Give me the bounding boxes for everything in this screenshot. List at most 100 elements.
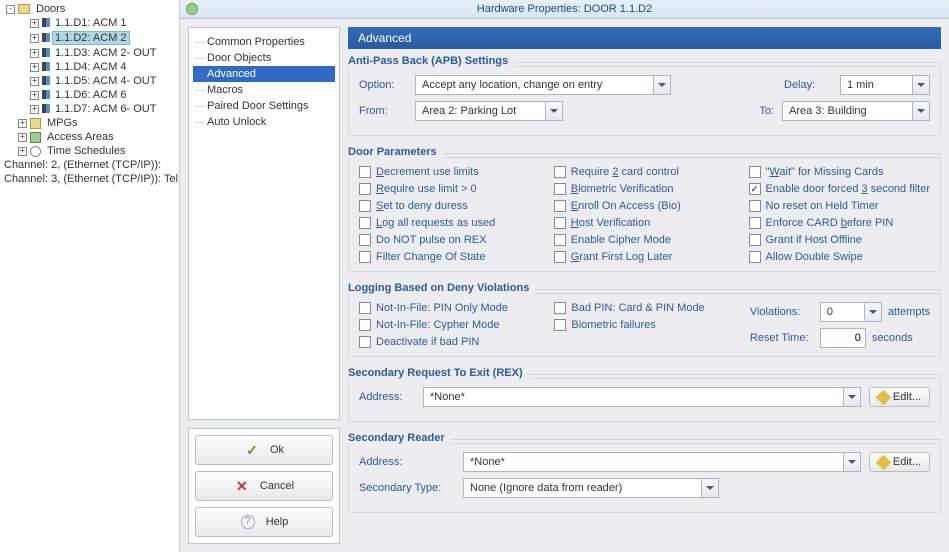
checkbox[interactable]: Not-In-File: PIN Only Mode bbox=[359, 302, 536, 314]
apb-from-combo[interactable]: Area 2: Parking Lot bbox=[415, 101, 563, 121]
params-group: Door Parameters Decrement use limitsRequ… bbox=[348, 146, 941, 272]
checkbox-box bbox=[554, 183, 566, 195]
tree-door-item[interactable]: +1.1.D2: ACM 2 bbox=[0, 30, 179, 46]
checkbox[interactable]: Bad PIN: Card & PIN Mode bbox=[554, 302, 731, 314]
checkbox[interactable]: Enable door forced 3 second filter bbox=[749, 183, 931, 195]
checkbox-box bbox=[749, 234, 761, 246]
reset-time-label: Reset Time: bbox=[750, 332, 814, 344]
checkbox[interactable]: Set to deny duress bbox=[359, 200, 536, 212]
checkbox[interactable]: Require use limit > 0 bbox=[359, 183, 536, 195]
nav-item[interactable]: Auto Unlock bbox=[193, 114, 335, 130]
expand-icon[interactable]: + bbox=[30, 91, 39, 100]
checkbox-box bbox=[359, 251, 371, 263]
checkbox[interactable]: No reset on Held Timer bbox=[749, 200, 931, 212]
nav-item[interactable]: Advanced bbox=[193, 66, 335, 82]
checkbox[interactable]: Grant First Log Later bbox=[554, 251, 731, 263]
nav-item[interactable]: Paired Door Settings bbox=[193, 98, 335, 114]
expand-icon[interactable]: + bbox=[30, 49, 39, 58]
checkbox[interactable]: Grant if Host Offline bbox=[749, 234, 931, 246]
check-icon: ✓ bbox=[244, 442, 260, 458]
chevron-down-icon[interactable] bbox=[912, 102, 929, 120]
apb-group: Anti-Pass Back (APB) Settings Option: Ac… bbox=[348, 55, 941, 136]
chevron-down-icon[interactable] bbox=[653, 76, 670, 94]
reader-title: Secondary Reader bbox=[348, 432, 451, 444]
ok-button[interactable]: ✓ Ok bbox=[195, 435, 333, 465]
checkbox[interactable]: Enforce CARD before PIN bbox=[749, 217, 931, 229]
help-button[interactable]: ? Help bbox=[195, 507, 333, 537]
checkbox[interactable]: Biometric Verification bbox=[554, 183, 731, 195]
checkbox[interactable]: Deactivate if bad PIN bbox=[359, 336, 536, 348]
checkbox-box bbox=[554, 251, 566, 263]
checkbox[interactable]: Require 2 card control bbox=[554, 166, 731, 178]
channel-2: Channel: 2, (Ethernet (TCP/IP)): bbox=[0, 158, 179, 172]
nav-item[interactable]: Macros bbox=[193, 82, 335, 98]
checkbox[interactable]: Not-In-File: Cypher Mode bbox=[359, 319, 536, 331]
page-header: Advanced bbox=[348, 27, 941, 49]
to-label: To: bbox=[726, 105, 774, 117]
checkbox[interactable]: Enroll On Access (Bio) bbox=[554, 200, 731, 212]
tree-schedules[interactable]: + Time Schedules bbox=[0, 144, 179, 158]
tree-doors[interactable]: - Doors bbox=[0, 2, 179, 16]
chevron-down-icon[interactable] bbox=[864, 303, 881, 321]
tree-door-item[interactable]: +1.1.D4: ACM 4 bbox=[0, 60, 179, 74]
apb-delay-combo[interactable]: 1 min bbox=[840, 75, 930, 95]
window-title-bar: Hardware Properties: DOOR 1.1.D2 bbox=[180, 0, 949, 19]
checkbox[interactable]: Decrement use limits bbox=[359, 166, 536, 178]
expand-icon[interactable]: + bbox=[18, 119, 27, 128]
rex-title: Secondary Request To Exit (REX) bbox=[348, 367, 529, 379]
expand-icon[interactable]: + bbox=[18, 147, 27, 156]
expand-icon[interactable]: + bbox=[30, 63, 39, 72]
expand-icon[interactable]: + bbox=[30, 34, 39, 43]
checkbox[interactable]: Filter Change Of State bbox=[359, 251, 536, 263]
checkbox[interactable]: Allow Double Swipe bbox=[749, 251, 931, 263]
checkbox-box bbox=[359, 166, 371, 178]
chevron-down-icon[interactable] bbox=[545, 102, 562, 120]
apb-title: Anti-Pass Back (APB) Settings bbox=[348, 55, 514, 67]
mpg-icon bbox=[30, 118, 41, 129]
tree-door-item[interactable]: +1.1.D7: ACM 6- OUT bbox=[0, 102, 179, 116]
tree-door-item[interactable]: +1.1.D5: ACM 4- OUT bbox=[0, 74, 179, 88]
chevron-down-icon[interactable] bbox=[843, 388, 860, 406]
checkbox-box bbox=[554, 302, 566, 314]
expand-icon[interactable]: + bbox=[30, 105, 39, 114]
checkbox-box bbox=[749, 217, 761, 229]
nav-item[interactable]: Common Properties bbox=[193, 34, 335, 50]
expand-icon[interactable]: + bbox=[18, 133, 27, 142]
tree-mpgs[interactable]: + MPGs bbox=[0, 116, 179, 130]
reader-addr-combo[interactable]: *None* bbox=[463, 452, 861, 472]
checkbox[interactable]: Enable Cipher Mode bbox=[554, 234, 731, 246]
checkbox[interactable]: "Wait" for Missing Cards bbox=[749, 166, 931, 178]
expand-icon[interactable]: + bbox=[30, 19, 39, 28]
reset-time-input[interactable] bbox=[820, 328, 866, 348]
tree-access-areas[interactable]: + Access Areas bbox=[0, 130, 179, 144]
checkbox[interactable]: Do NOT pulse on REX bbox=[359, 234, 536, 246]
door-icon bbox=[42, 76, 50, 87]
chevron-down-icon[interactable] bbox=[701, 479, 718, 497]
violations-input[interactable]: 0 bbox=[820, 302, 882, 322]
reader-type-combo[interactable]: None (Ignore data from reader) bbox=[463, 478, 719, 498]
x-icon: ✕ bbox=[234, 478, 250, 494]
checkbox-box bbox=[554, 200, 566, 212]
checkbox-box bbox=[359, 217, 371, 229]
expand-icon[interactable]: + bbox=[30, 77, 39, 86]
rex-addr-label: Address: bbox=[359, 391, 415, 403]
reader-edit-button[interactable]: Edit... bbox=[869, 452, 930, 472]
chevron-down-icon[interactable] bbox=[912, 76, 929, 94]
tree-door-item[interactable]: +1.1.D3: ACM 2- OUT bbox=[0, 46, 179, 60]
rex-addr-combo[interactable]: *None* bbox=[423, 387, 861, 407]
apb-option-combo[interactable]: Accept any location, change on entry bbox=[415, 75, 671, 95]
pencil-icon bbox=[876, 454, 892, 470]
checkbox-box bbox=[749, 251, 761, 263]
tree-door-item[interactable]: +1.1.D6: ACM 6 bbox=[0, 88, 179, 102]
tree-door-item[interactable]: +1.1.D1: ACM 1 bbox=[0, 16, 179, 30]
checkbox[interactable]: Biometric failures bbox=[554, 319, 731, 331]
checkbox[interactable]: Log all requests as used bbox=[359, 217, 536, 229]
nav-item[interactable]: Door Objects bbox=[193, 50, 335, 66]
cancel-button[interactable]: ✕ Cancel bbox=[195, 471, 333, 501]
apb-to-combo[interactable]: Area 3: Building bbox=[782, 101, 930, 121]
rex-edit-button[interactable]: Edit... bbox=[869, 387, 930, 407]
checkbox[interactable]: Host Verification bbox=[554, 217, 731, 229]
chevron-down-icon[interactable] bbox=[843, 453, 860, 471]
logging-group: Logging Based on Deny Violations Not-In-… bbox=[348, 282, 941, 357]
collapse-icon[interactable]: - bbox=[6, 5, 15, 14]
